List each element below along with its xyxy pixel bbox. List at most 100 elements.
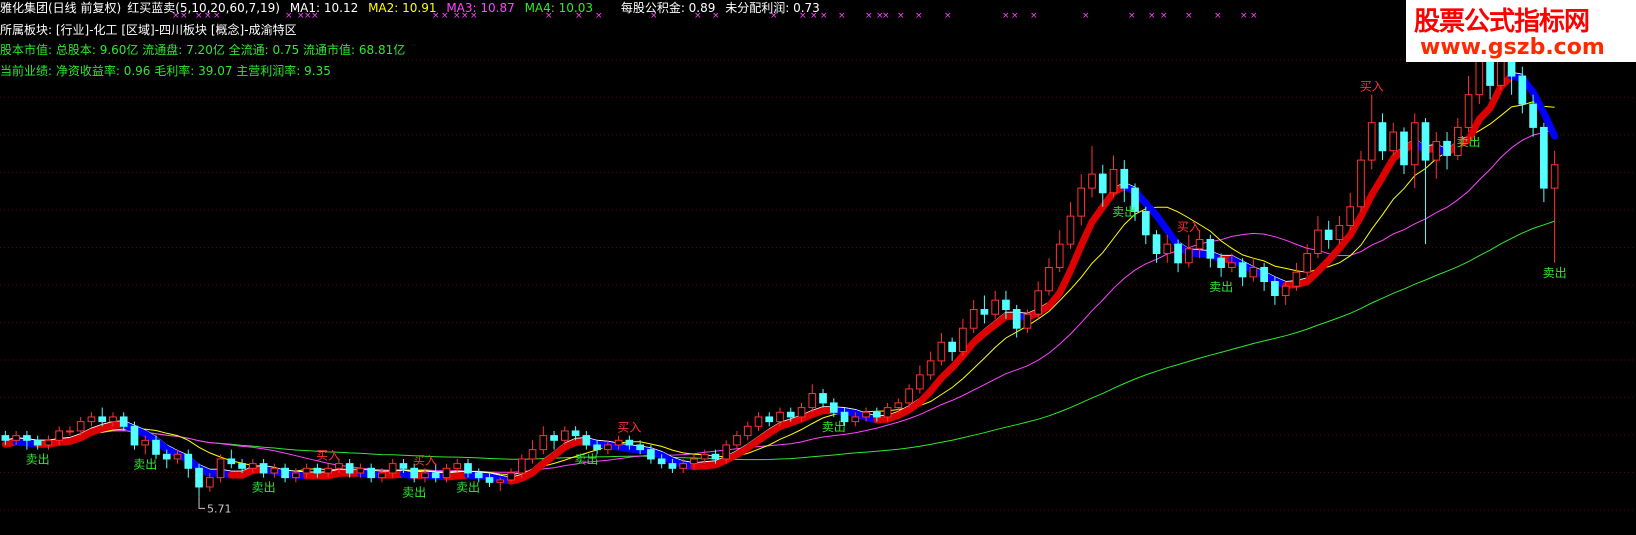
- candle-down: [33, 439, 42, 446]
- candle-up: [604, 444, 612, 451]
- sell-signal-label: 卖出: [252, 481, 276, 495]
- signal-mark: ×: [882, 11, 890, 21]
- candle-up: [388, 463, 397, 474]
- candle-down: [1378, 122, 1387, 152]
- candle-down: [1400, 131, 1408, 166]
- candle-up: [1292, 271, 1301, 287]
- candle-down: [1152, 234, 1161, 254]
- trend-ribbon-segment: [1077, 218, 1096, 249]
- indicator-name: 红买蓝卖(5,10,20,60,7,19): [127, 1, 280, 15]
- candle-down: [184, 453, 193, 469]
- sell-signal-label: 卖出: [574, 453, 598, 467]
- signal-mark: ×: [1030, 11, 1038, 21]
- candle-up: [66, 430, 74, 433]
- candle-up: [776, 411, 784, 423]
- candle-down: [23, 435, 31, 441]
- candle-down: [1012, 309, 1021, 329]
- candle-up: [335, 463, 343, 469]
- candle-up: [883, 407, 892, 418]
- candle-up: [1303, 252, 1312, 273]
- ma3-value: MA3: 10.87: [446, 1, 515, 15]
- candle-up: [1249, 267, 1258, 278]
- candle-up: [1335, 224, 1344, 240]
- candle-up: [743, 425, 752, 437]
- candle-down: [948, 341, 956, 353]
- candle-down: [765, 416, 774, 423]
- candle-down: [1238, 262, 1247, 278]
- sell-signal-label: 卖出: [402, 485, 426, 499]
- candle-down: [647, 449, 655, 460]
- signal-mark: ×: [944, 11, 952, 21]
- candle-down: [98, 416, 107, 423]
- candle-up: [969, 309, 978, 329]
- candle-up: [560, 430, 569, 441]
- candle-up: [87, 416, 96, 423]
- candle-down: [162, 453, 171, 460]
- candle-down: [345, 463, 354, 474]
- candle-up: [1088, 173, 1096, 189]
- candle-down: [1120, 168, 1129, 189]
- candle-up: [76, 421, 85, 432]
- ma1-value: MA1: 10.12: [289, 1, 359, 15]
- candle-down: [195, 467, 203, 488]
- candle-up: [754, 416, 763, 427]
- sell-signal-label: 卖出: [133, 457, 157, 471]
- candle-down: [1206, 238, 1215, 259]
- candle-down: [1260, 267, 1268, 283]
- candle-up: [690, 458, 698, 465]
- candle-up: [851, 416, 860, 423]
- candle-up: [1357, 159, 1365, 208]
- signal-mark: ×: [1240, 11, 1248, 21]
- candle-up: [797, 407, 806, 418]
- candle-up: [496, 479, 505, 483]
- candle-down: [1271, 281, 1279, 297]
- candle-up: [926, 360, 935, 376]
- candle-up: [1023, 313, 1032, 329]
- candle-up: [1109, 168, 1118, 194]
- candle-up: [991, 299, 1000, 315]
- candle-up: [453, 463, 462, 469]
- candle-up: [44, 439, 53, 446]
- kline-chart[interactable]: 买入买入买入买入买入买入卖出卖出卖出卖出卖出卖出卖出卖出卖出卖出卖出5.71××…: [0, 0, 1636, 531]
- candle-down: [819, 393, 827, 404]
- candle-up: [722, 444, 731, 460]
- candle-up: [1464, 94, 1473, 128]
- buy-signal-label: 买入: [1177, 220, 1201, 234]
- candle-up: [442, 467, 451, 479]
- performance-info: 当前业绩: 净资收益率: 0.96 毛利率: 39.07 主营利润率: 9.35: [0, 64, 331, 78]
- sector-info: 所属板块: [行业]-化工 [区域]-四川板块 [概念]-成渝特区: [0, 23, 297, 37]
- kline-chart-canvas[interactable]: 买入买入买入买入买入买入卖出卖出卖出卖出卖出卖出卖出卖出卖出卖出卖出5.71××…: [0, 0, 1636, 531]
- candle-up: [1066, 215, 1075, 245]
- candle-down: [625, 439, 634, 446]
- capital-info: 股本市值: 总股本: 9.60亿 流通盘: 7.20亿 全流通: 0.75 流通…: [0, 43, 406, 57]
- candle-down: [474, 472, 483, 479]
- candle-down: [227, 458, 236, 465]
- candle-up: [1550, 164, 1559, 189]
- candle-down: [367, 467, 376, 479]
- signal-mark: ×: [1160, 11, 1168, 21]
- candle-down: [1, 435, 10, 441]
- candle-down: [1174, 243, 1182, 264]
- candle-up: [507, 472, 515, 481]
- candle-up: [55, 430, 64, 441]
- candle-up: [1410, 122, 1419, 166]
- candle-up: [1228, 262, 1236, 269]
- signal-mark: ×: [865, 11, 873, 21]
- sell-signal-label: 卖出: [26, 453, 50, 467]
- candle-down: [130, 425, 139, 446]
- candle-down: [1443, 140, 1451, 156]
- candle-down: [786, 411, 795, 418]
- candle-up: [1045, 267, 1053, 292]
- undistributed-profit: 未分配利润: 0.73: [725, 1, 820, 15]
- candle-up: [302, 467, 311, 474]
- candle-up: [894, 402, 903, 409]
- candle-up: [1367, 122, 1376, 161]
- candle-down: [571, 430, 580, 437]
- candle-down: [1540, 126, 1548, 189]
- candle-up: [1163, 243, 1172, 254]
- candle-down: [152, 439, 160, 455]
- trend-ribbon-segment: [1486, 83, 1505, 112]
- signal-mark: ×: [1128, 11, 1136, 21]
- candle-up: [324, 467, 332, 474]
- candle-up: [141, 439, 150, 446]
